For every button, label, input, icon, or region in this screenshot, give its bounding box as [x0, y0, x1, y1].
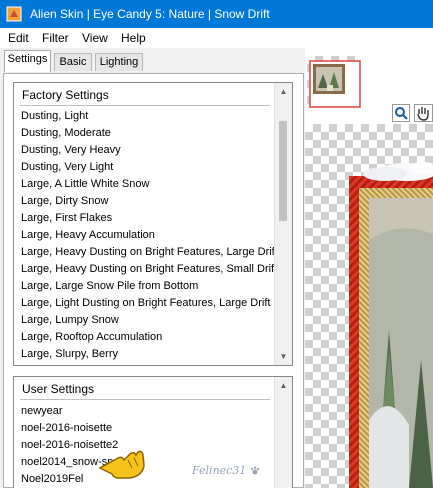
- list-item[interactable]: Large, Heavy Accumulation: [21, 229, 155, 241]
- list-item[interactable]: Large, A Little White Snow: [21, 178, 149, 190]
- list-item[interactable]: Large, Light Dusting on Bright Features,…: [21, 297, 270, 309]
- list-item[interactable]: Large, Heavy Dusting on Bright Features,…: [21, 246, 278, 258]
- menu-edit[interactable]: Edit: [8, 31, 29, 45]
- menu-filter[interactable]: Filter: [42, 31, 69, 45]
- menu-view[interactable]: View: [82, 31, 108, 45]
- window-title: Alien Skin | Eye Candy 5: Nature | Snow …: [30, 7, 270, 21]
- list-item[interactable]: Large, Slurpy, Berry: [21, 348, 118, 360]
- user-settings-header: User Settings: [22, 382, 95, 396]
- zoom-icon[interactable]: [392, 104, 410, 122]
- pointing-hand-icon: [98, 450, 145, 479]
- title-bar: Alien Skin | Eye Candy 5: Nature | Snow …: [0, 0, 433, 28]
- tab-strip: Settings Basic Lighting: [0, 48, 305, 74]
- paw-icon: [250, 466, 260, 475]
- list-item[interactable]: noel-2016-noisette: [21, 422, 112, 434]
- user-scrollbar[interactable]: ▲: [274, 377, 292, 488]
- list-item[interactable]: Dusting, Very Light: [21, 161, 113, 173]
- scroll-down-icon[interactable]: ▼: [275, 348, 292, 365]
- alien-skin-app-icon: [6, 6, 22, 22]
- factory-scrollbar[interactable]: ▲ ▼: [274, 83, 292, 365]
- list-item[interactable]: Dusting, Light: [21, 110, 88, 122]
- scroll-up-icon[interactable]: ▲: [275, 83, 292, 100]
- list-item[interactable]: Large, Heavy Dusting on Bright Features,…: [21, 263, 277, 275]
- scroll-up-icon[interactable]: ▲: [275, 377, 292, 394]
- preview-image[interactable]: [349, 160, 433, 488]
- list-item[interactable]: newyear: [21, 405, 63, 417]
- factory-settings-list[interactable]: Factory Settings Dusting, Light Dusting,…: [13, 82, 293, 366]
- hand-icon[interactable]: [414, 104, 433, 122]
- menu-bar: Edit Filter View Help: [0, 28, 433, 48]
- menu-help[interactable]: Help: [121, 31, 146, 45]
- list-item[interactable]: Large, Rooftop Accumulation: [21, 331, 162, 343]
- navigator-thumbnail[interactable]: [309, 60, 361, 108]
- tab-basic[interactable]: Basic: [54, 53, 92, 71]
- list-item[interactable]: Dusting, Very Heavy: [21, 144, 121, 156]
- list-divider: [20, 105, 270, 106]
- watermark: Felinec31: [192, 464, 260, 477]
- list-item[interactable]: Large, Dirty Snow: [21, 195, 108, 207]
- list-item[interactable]: Noel2019Fel: [21, 473, 83, 485]
- list-item[interactable]: Large, Lumpy Snow: [21, 314, 119, 326]
- factory-settings-header: Factory Settings: [22, 88, 109, 102]
- list-divider: [20, 399, 270, 400]
- list-item[interactable]: Large, First Flakes: [21, 212, 112, 224]
- tab-settings[interactable]: Settings: [4, 50, 51, 72]
- list-item[interactable]: Dusting, Moderate: [21, 127, 111, 139]
- tab-lighting[interactable]: Lighting: [95, 53, 143, 71]
- scroll-thumb[interactable]: [279, 121, 287, 221]
- list-item[interactable]: Large, Large Snow Pile from Bottom: [21, 280, 198, 292]
